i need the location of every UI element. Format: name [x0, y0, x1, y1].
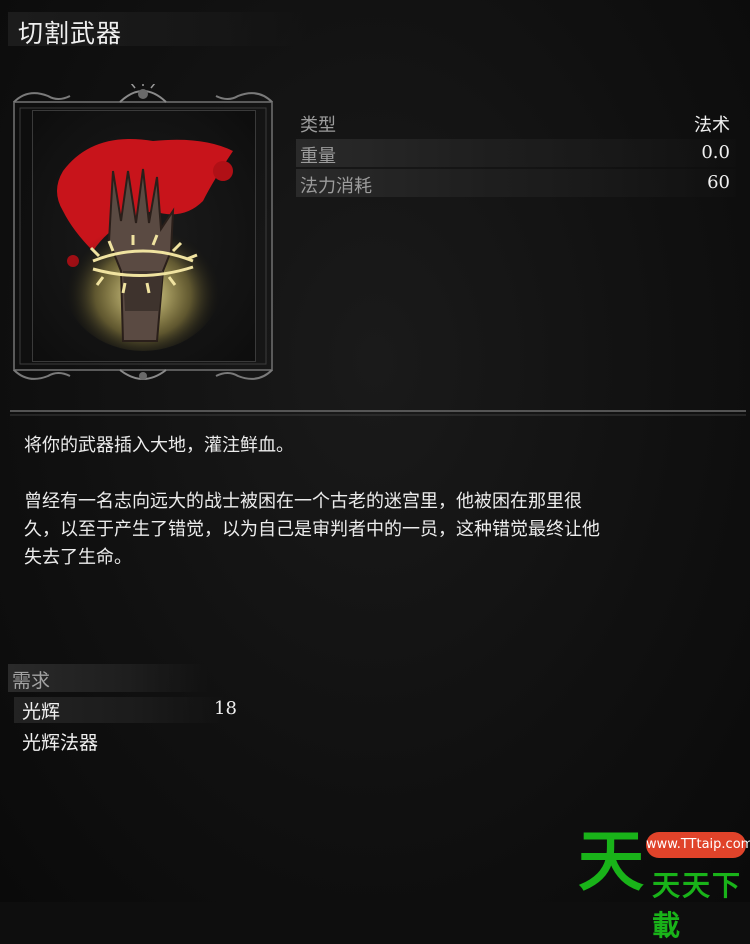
- section-divider: [10, 410, 746, 416]
- requirement-label: 光辉法器: [22, 732, 99, 754]
- site-watermark: 天 www.TTtaip.com 天天下載: [574, 823, 750, 943]
- requirements-title: 需求: [12, 670, 51, 692]
- item-icon-frame: [10, 84, 276, 388]
- requirement-label: 光辉: [22, 701, 61, 723]
- stat-row-type: 类型 法术: [296, 108, 736, 136]
- stat-label: 类型: [300, 115, 336, 136]
- watermark-logo-glyph: 天: [578, 823, 644, 900]
- stat-row-weight: 重量 0.0: [296, 139, 736, 167]
- description-lore-line: 曾经有一名志向远大的战士被困在一个古老的迷宫里，他被困在那里很: [24, 491, 582, 512]
- item-title: 切割武器: [18, 19, 123, 48]
- description-lore-line: 久，以至于产生了错觉，以为自己是审判者中的一员，这种错觉最终让他: [24, 519, 600, 540]
- item-description: 将你的武器插入大地，灌注鲜血。 曾经有一名志向远大的战士被困在一个古老的迷宫里，…: [24, 432, 724, 572]
- stat-label: 重量: [300, 146, 336, 167]
- description-lore-line: 失去了生命。: [24, 547, 132, 568]
- stat-value: 60: [707, 172, 730, 193]
- item-detail-panel: 切割武器 类型 法术 重量 0.0 法力消耗 60 将你的武器插入大地，灌注鲜血…: [0, 0, 750, 943]
- stat-row-mana-cost: 法力消耗 60: [296, 169, 736, 197]
- description-summary: 将你的武器插入大地，灌注鲜血。: [24, 435, 294, 456]
- watermark-site-name: 天天下載: [652, 869, 743, 942]
- icon-well: [32, 110, 256, 362]
- watermark-url-badge: www.TTtaip.com: [646, 832, 750, 858]
- stat-value: 法术: [694, 115, 730, 136]
- stat-value: 0.0: [701, 142, 730, 163]
- stat-label: 法力消耗: [300, 176, 372, 197]
- bloody-gauntlet-with-thorn-wrap-icon: [57, 139, 233, 351]
- requirement-value: 18: [214, 698, 237, 719]
